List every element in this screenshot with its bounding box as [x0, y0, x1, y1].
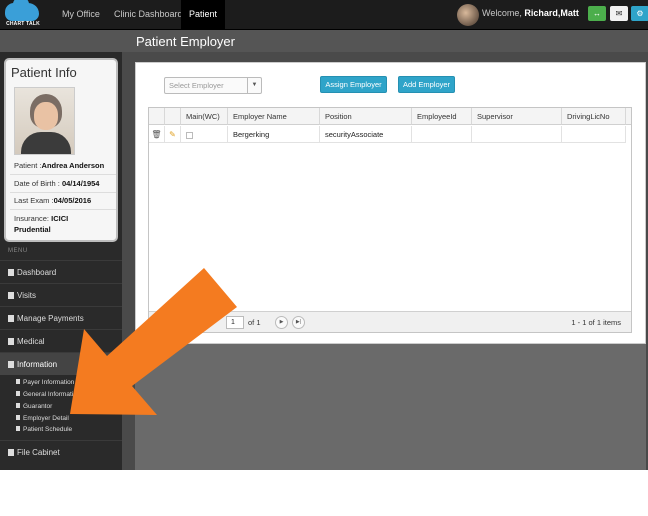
- items-count: 1 - 1 of 1 items: [571, 318, 621, 327]
- page-icon: [16, 379, 20, 384]
- page-number-input[interactable]: 1: [226, 316, 244, 329]
- subitem-label: Payer Information: [23, 379, 75, 386]
- welcome-prefix: Welcome,: [482, 8, 525, 18]
- subitem-guarantor[interactable]: Guarantor: [16, 403, 52, 410]
- settings-icon[interactable]: ⚙: [631, 6, 648, 21]
- dob-label: Date of Birth :: [14, 179, 62, 188]
- page-title: Patient Employer: [136, 34, 235, 49]
- chart-talk-logo[interactable]: CHART TALK: [3, 0, 43, 29]
- sidebar-item-information[interactable]: Information: [0, 352, 122, 375]
- page-header: [0, 30, 648, 52]
- subitem-patient-schedule[interactable]: Patient Schedule: [16, 426, 72, 433]
- main-wc-checkbox[interactable]: [186, 131, 193, 139]
- page-icon: [16, 426, 20, 431]
- subitem-label: Guarantor: [23, 403, 53, 410]
- patient-name-label: Patient :: [14, 161, 42, 170]
- insurance-label: Insurance:: [14, 214, 52, 223]
- sidebar-item-label: Manage Payments: [17, 314, 84, 323]
- switch-icon[interactable]: ↔: [588, 6, 606, 21]
- logo-text: CHART TALK: [6, 21, 40, 27]
- page-bottom: [0, 470, 648, 516]
- page-icon: [16, 391, 20, 396]
- cell-employee-id: [412, 126, 472, 143]
- insurance-line: Insurance: ICICI Prudential: [14, 213, 84, 235]
- mail-icon[interactable]: ✉: [610, 6, 628, 21]
- header-position[interactable]: Position: [320, 108, 412, 125]
- subitem-label: General Information: [23, 391, 81, 398]
- cell-position: securityAssociate: [320, 126, 412, 143]
- last-page-icon[interactable]: ▶|: [292, 316, 305, 329]
- trash-icon[interactable]: 🗑: [149, 126, 165, 143]
- cell-driving-lic: [562, 126, 626, 143]
- page-icon: [16, 415, 20, 420]
- header-employer-name[interactable]: Employer Name: [228, 108, 320, 125]
- select-employer-dropdown[interactable]: Select Employer ▼: [164, 77, 262, 94]
- subitem-label: Employer Detail: [23, 415, 69, 422]
- sidebar-item-label: Dashboard: [17, 268, 57, 277]
- header-employee-id[interactable]: EmployeeId: [412, 108, 472, 125]
- cell-employer-name: Bergerking: [228, 126, 320, 143]
- select-placeholder: Select Employer: [169, 81, 224, 90]
- header-main-wc[interactable]: Main(WC): [181, 108, 228, 125]
- page-count: of 1: [248, 318, 261, 327]
- pencil-icon[interactable]: ✎: [165, 126, 181, 143]
- next-page-icon[interactable]: ▶: [275, 316, 288, 329]
- top-bar: CHART TALK My Office Clinic Dashboard Pa…: [0, 0, 648, 30]
- sidebar-item-label: Information: [17, 360, 58, 369]
- subitem-employer-detail[interactable]: Employer Detail: [16, 415, 69, 422]
- assign-employer-button[interactable]: Assign Employer: [320, 76, 387, 93]
- sidebar-item-label: File Cabinet: [17, 448, 60, 457]
- page-icon: [8, 315, 14, 322]
- sidebar-item-dashboard[interactable]: Dashboard: [0, 260, 122, 283]
- sidebar-item-visits[interactable]: Visits: [0, 283, 122, 306]
- add-employer-button[interactable]: Add Employer: [398, 76, 455, 93]
- welcome-user: Richard,Matt: [524, 8, 579, 18]
- patient-name-line: Patient :Andrea Anderson: [14, 161, 104, 170]
- app-root: CHART TALK My Office Clinic Dashboard Pa…: [0, 0, 648, 516]
- nav-patient[interactable]: Patient: [181, 0, 226, 30]
- nav-clinic-dashboard[interactable]: Clinic Dashboard: [114, 0, 183, 30]
- header-driving-lic[interactable]: DrivingLicNo: [562, 108, 626, 125]
- patient-name: Andrea Anderson: [41, 161, 105, 170]
- dob-value: 04/14/1954: [61, 179, 100, 188]
- page-icon: [8, 292, 14, 299]
- welcome-text: Welcome, Richard,Matt: [482, 0, 579, 30]
- page-icon: [16, 403, 20, 408]
- subitem-payer-information[interactable]: Payer Information: [16, 379, 74, 386]
- nav-my-office[interactable]: My Office: [62, 0, 100, 30]
- page-icon: [8, 449, 14, 456]
- cloud-icon: [5, 0, 39, 21]
- chevron-down-icon[interactable]: ▼: [247, 78, 261, 93]
- content-background: [135, 344, 646, 470]
- cell-supervisor: [472, 126, 562, 143]
- patient-info-title: Patient Info: [11, 65, 77, 80]
- sidebar-item-medical[interactable]: Medical: [0, 329, 122, 352]
- sidebar-item-manage-payments[interactable]: Manage Payments: [0, 306, 122, 329]
- sidebar-item-file-cabinet[interactable]: File Cabinet: [0, 440, 122, 463]
- header-edit-col: [165, 108, 181, 125]
- dob-line: Date of Birth : 04/14/1954: [14, 179, 99, 188]
- user-avatar[interactable]: [457, 4, 479, 26]
- header-supervisor[interactable]: Supervisor: [472, 108, 562, 125]
- last-exam-value: 04/05/2016: [53, 196, 92, 205]
- patient-info-card: Patient Info Patient :Andrea Anderson Da…: [4, 58, 118, 242]
- patient-photo: [14, 87, 75, 155]
- subitem-general-information[interactable]: General Information: [16, 391, 80, 398]
- list-icon: [8, 338, 14, 345]
- grid-pager: 1 of 1 ▶ ▶| 1 - 1 of 1 items: [149, 311, 631, 332]
- header-action-col: [149, 108, 165, 125]
- last-exam-line: Last Exam :04/05/2016: [14, 196, 91, 205]
- sidebar-item-label: Medical: [17, 337, 45, 346]
- page-icon: [8, 269, 14, 276]
- employer-grid: Main(WC) Employer Name Position Employee…: [148, 107, 632, 333]
- main-wc-checkbox-cell: [181, 126, 228, 143]
- subitem-label: Patient Schedule: [23, 426, 73, 433]
- last-exam-label: Last Exam :: [14, 196, 54, 205]
- sidebar-item-label: Visits: [17, 291, 36, 300]
- list-icon: [8, 361, 14, 368]
- menu-header: MENU: [8, 248, 28, 254]
